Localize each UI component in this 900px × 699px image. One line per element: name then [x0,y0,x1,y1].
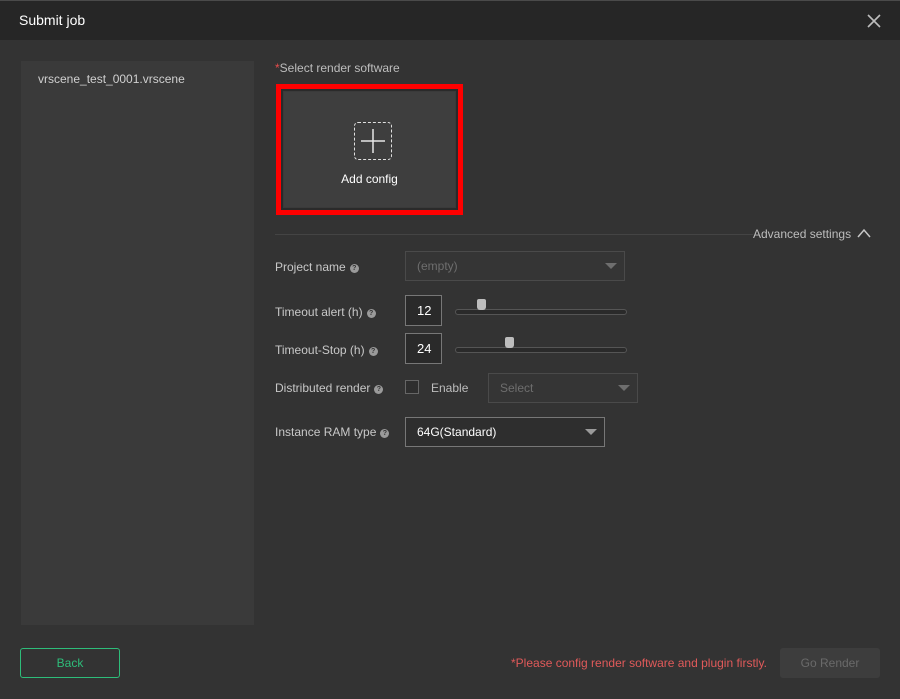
distributed-render-select-value: Select [500,381,534,395]
timeout-alert-label: Timeout alert (h)? [275,305,376,319]
add-config-card: Add config [284,92,455,207]
project-name-label: Project name? [275,260,359,274]
chevron-down-icon [585,429,597,435]
back-button[interactable]: Back [20,648,120,678]
submit-job-dialog: Submit job vrscene_test_0001.vrscene *Se… [0,0,900,699]
project-name-label-text: Project name [275,260,346,274]
timeout-alert-input[interactable]: 12 [405,295,442,326]
title-bar: Submit job [0,0,900,40]
enable-label: Enable [431,381,469,395]
timeout-stop-slider[interactable] [455,347,627,353]
timeout-stop-label: Timeout-Stop (h)? [275,343,378,357]
file-list-item[interactable]: vrscene_test_0001.vrscene [38,72,185,86]
timeout-alert-slider-handle[interactable] [476,299,486,310]
timeout-alert-label-text: Timeout alert (h) [275,305,363,319]
distributed-render-checkbox[interactable] [405,380,419,394]
project-name-value: (empty) [417,259,458,273]
warning-message: *Please config render software and plugi… [511,656,767,670]
help-icon[interactable]: ? [374,385,384,394]
advanced-settings-toggle[interactable]: Advanced settings [753,227,851,241]
project-name-select[interactable]: (empty) [405,251,625,281]
instance-ram-select[interactable]: 64G(Standard) [405,417,605,447]
chevron-down-icon [618,385,630,391]
distributed-render-label-text: Distributed render [275,381,371,395]
render-software-label: *Select render software [275,61,400,75]
add-config-button[interactable]: Add config [276,84,463,215]
distributed-render-label: Distributed render? [275,381,384,395]
instance-ram-label: Instance RAM type? [275,425,390,439]
render-software-label-text: Select render software [279,61,400,75]
chevron-up-icon[interactable] [857,227,871,239]
help-icon[interactable]: ? [349,264,359,273]
dialog-title: Submit job [19,12,86,28]
distributed-render-select[interactable]: Select [488,373,638,403]
chevron-down-icon [605,263,617,269]
instance-ram-value: 64G(Standard) [417,425,497,439]
help-icon[interactable]: ? [366,309,376,318]
close-icon[interactable] [866,13,882,29]
go-render-button[interactable]: Go Render [780,648,880,678]
instance-ram-label-text: Instance RAM type [275,425,377,439]
timeout-stop-input[interactable]: 24 [405,333,442,364]
plus-icon [361,129,385,153]
add-icon [354,122,392,160]
help-icon[interactable]: ? [380,429,390,438]
timeout-stop-slider-handle[interactable] [505,337,515,348]
divider [275,234,753,235]
add-config-label: Add config [341,172,398,186]
help-icon[interactable]: ? [368,347,378,356]
timeout-stop-label-text: Timeout-Stop (h) [275,343,365,357]
file-list: vrscene_test_0001.vrscene [21,61,254,625]
